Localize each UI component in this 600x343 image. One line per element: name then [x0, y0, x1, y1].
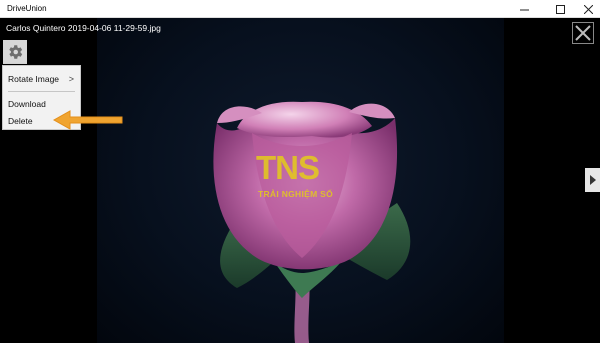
gear-icon	[9, 45, 23, 59]
minimize-icon	[519, 9, 529, 10]
maximize-icon	[555, 4, 565, 14]
maximize-button[interactable]	[546, 0, 574, 18]
close-icon	[583, 4, 593, 14]
menu-divider	[8, 91, 75, 92]
menu-item-label: Download	[8, 99, 46, 109]
image-viewer: TNS TRẢI NGHIỆM SỐ Carlos Quintero 2019-…	[0, 18, 600, 343]
next-image-button[interactable]	[585, 168, 600, 192]
annotation-arrow-icon	[52, 110, 123, 130]
watermark-sub-text: TRẢI NGHIỆM SỐ	[258, 189, 334, 199]
close-x-icon	[572, 22, 594, 44]
watermark-main-text: TNS	[256, 149, 320, 186]
chevron-right-icon: >	[68, 74, 74, 84]
menu-item-label: Rotate Image	[8, 74, 60, 84]
app-title: DriveUnion	[7, 4, 47, 13]
tns-watermark: TNS TRẢI NGHIỆM SỐ	[256, 149, 348, 205]
menu-item-rotate-image[interactable]: Rotate Image >	[3, 71, 80, 87]
window-close-button[interactable]	[574, 0, 600, 18]
settings-button[interactable]	[3, 40, 27, 64]
minimize-button[interactable]	[510, 0, 538, 18]
window-titlebar: DriveUnion	[0, 0, 600, 18]
next-arrow-icon	[589, 175, 596, 185]
menu-item-label: Delete	[8, 116, 33, 126]
close-viewer-button[interactable]	[572, 22, 594, 44]
image-filename: Carlos Quintero 2019-04-06 11-29-59.jpg	[6, 23, 161, 33]
